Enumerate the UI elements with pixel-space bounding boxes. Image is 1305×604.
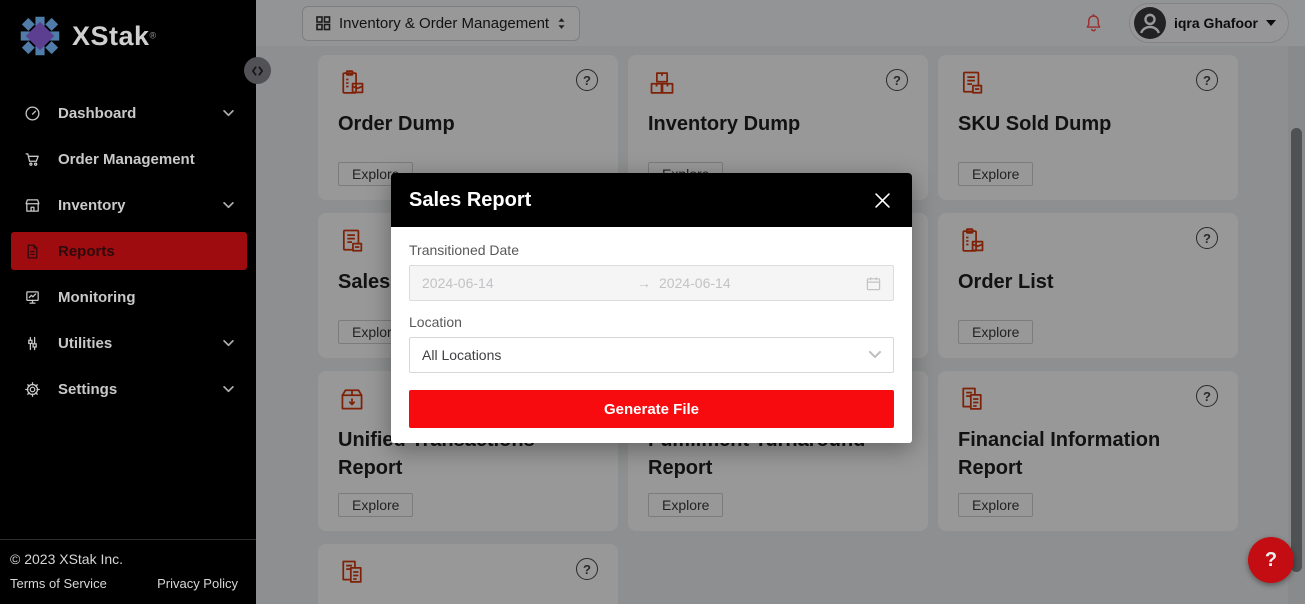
chevron-down-icon xyxy=(869,351,881,359)
sidebar-item-label: Utilities xyxy=(58,335,112,352)
sidebar-item-settings[interactable]: Settings xyxy=(11,370,247,408)
generate-file-button[interactable]: Generate File xyxy=(409,390,894,428)
end-date-value[interactable]: 2024-06-14 xyxy=(659,275,866,291)
sidebar-item-dashboard[interactable]: Dashboard xyxy=(11,94,247,132)
sidebar-item-label: Settings xyxy=(58,381,117,398)
sidebar-item-label: Order Management xyxy=(58,151,195,168)
chevron-down-icon xyxy=(223,110,234,117)
sidebar-item-order-management[interactable]: Order Management xyxy=(11,140,247,178)
sidebar-item-inventory[interactable]: Inventory xyxy=(11,186,247,224)
sidebar-item-label: Dashboard xyxy=(58,105,136,122)
copyright-text: © 2023 XStak Inc. xyxy=(10,551,238,567)
chevron-down-icon xyxy=(223,202,234,209)
modal-header: Sales Report xyxy=(391,173,912,227)
sidebar: XStak® Dashboard Order Management Invent… xyxy=(0,0,256,604)
cart-icon xyxy=(24,151,41,168)
logo: XStak® xyxy=(0,0,256,72)
sidebar-footer: © 2023 XStak Inc. Terms of Service Priva… xyxy=(0,539,256,604)
close-icon xyxy=(875,193,890,208)
date-range-input[interactable]: 2024-06-14 → 2024-06-14 xyxy=(409,265,894,301)
collapse-arrows-icon xyxy=(251,66,264,76)
modal-title: Sales Report xyxy=(409,189,531,212)
transitioned-date-label: Transitioned Date xyxy=(409,242,894,258)
xstak-logo-icon xyxy=(18,14,62,58)
close-button[interactable] xyxy=(871,189,894,212)
calendar-icon xyxy=(866,276,881,291)
sales-report-modal: Sales Report Transitioned Date 2024-06-1… xyxy=(391,173,912,443)
sidebar-item-utilities[interactable]: Utilities xyxy=(11,324,247,362)
privacy-policy-link[interactable]: Privacy Policy xyxy=(157,576,238,591)
sidebar-item-label: Monitoring xyxy=(58,289,135,306)
file-icon xyxy=(24,243,41,260)
logo-text: XStak® xyxy=(72,14,156,58)
location-label: Location xyxy=(409,314,894,330)
location-select[interactable]: All Locations xyxy=(409,337,894,373)
sliders-icon xyxy=(24,335,41,352)
store-icon xyxy=(24,197,41,214)
sidebar-collapse-button[interactable] xyxy=(244,57,271,84)
sidebar-nav: Dashboard Order Management Inventory Rep… xyxy=(0,94,256,408)
gear-icon xyxy=(24,381,41,398)
help-button[interactable]: ? xyxy=(1248,537,1294,583)
modal-body: Transitioned Date 2024-06-14 → 2024-06-1… xyxy=(391,227,912,443)
terms-of-service-link[interactable]: Terms of Service xyxy=(10,576,107,591)
start-date-value[interactable]: 2024-06-14 xyxy=(422,275,629,291)
monitor-icon xyxy=(24,289,41,306)
speedometer-icon xyxy=(24,105,41,122)
location-value: All Locations xyxy=(422,347,501,363)
sidebar-item-label: Reports xyxy=(58,243,115,260)
sidebar-item-monitoring[interactable]: Monitoring xyxy=(11,278,247,316)
sidebar-item-reports[interactable]: Reports xyxy=(11,232,247,270)
chevron-down-icon xyxy=(223,386,234,393)
range-arrow-icon: → xyxy=(629,275,659,291)
chevron-down-icon xyxy=(223,340,234,347)
sidebar-item-label: Inventory xyxy=(58,197,126,214)
